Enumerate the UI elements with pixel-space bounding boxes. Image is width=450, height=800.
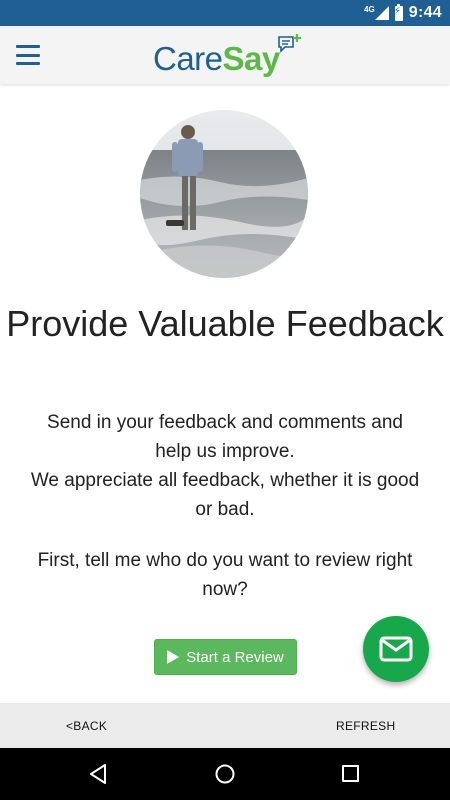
back-triangle-icon[interactable] [87, 763, 109, 785]
back-button[interactable]: <BACK [66, 719, 107, 733]
intro-paragraph: Send in your feedback and comments and h… [30, 408, 420, 524]
mail-icon [379, 636, 413, 662]
logo-speech-bubble-icon [278, 34, 301, 53]
refresh-button[interactable]: REFRESH [336, 719, 395, 733]
system-nav-bar [0, 748, 450, 800]
mail-fab-button[interactable] [363, 616, 429, 682]
bottom-action-bar: <BACK REFRESH [0, 703, 450, 748]
profile-photo [140, 110, 308, 278]
caresay-logo: Care Say [153, 34, 301, 77]
prompt-paragraph: First, tell me who do you want to review… [37, 550, 413, 600]
logo-text-say: Say [222, 40, 281, 77]
home-circle-icon[interactable] [214, 763, 236, 785]
hamburger-menu-icon[interactable] [14, 42, 42, 68]
play-icon [167, 650, 180, 664]
logo-text-care: Care [153, 40, 223, 77]
start-review-label: Start a Review [186, 648, 284, 666]
battery-charging-icon [394, 3, 403, 21]
page-title: Provide Valuable Feedback [6, 303, 444, 344]
app-bar: Care Say [0, 26, 450, 84]
status-icons: 4G 9:44 [364, 3, 442, 23]
status-bar: 4G 9:44 [0, 0, 450, 26]
start-review-button[interactable]: Start a Review [154, 639, 297, 675]
profile-photo-image [140, 110, 308, 278]
intro-line-2: We appreciate all feedback, whether it i… [30, 470, 420, 520]
recents-square-icon[interactable] [342, 765, 359, 782]
intro-line-1: Send in your feedback and comments and h… [47, 412, 403, 462]
network-type-label: 4G [364, 4, 375, 14]
status-clock: 9:44 [408, 4, 442, 21]
signal-icon [374, 6, 389, 20]
